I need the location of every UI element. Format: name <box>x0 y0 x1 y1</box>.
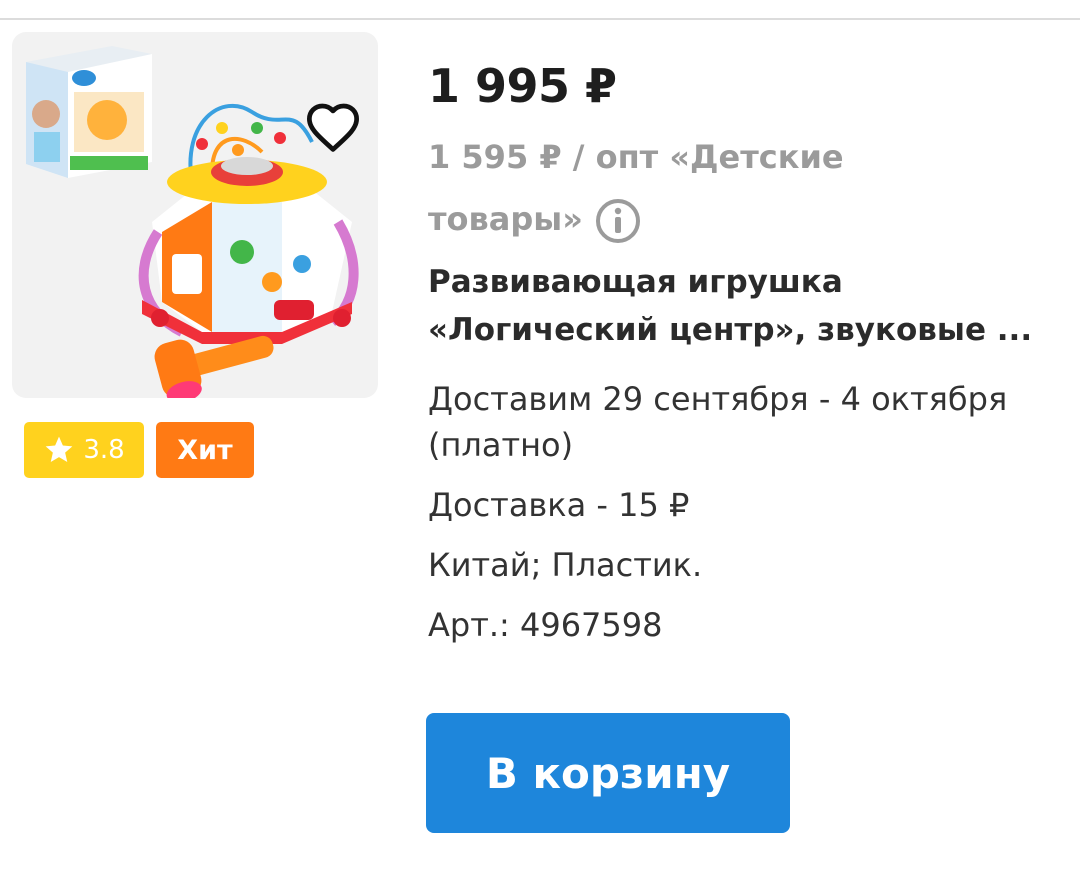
star-icon <box>45 436 73 462</box>
product-title[interactable]: Развивающая игрушка «Логический центр», … <box>428 258 1048 354</box>
favorite-button[interactable] <box>302 98 364 156</box>
delivery-cost: Доставка - 15 ₽ <box>428 486 690 524</box>
toy-illustration <box>26 46 359 398</box>
product-title-line-1: Развивающая игрушка <box>428 264 843 300</box>
wholesale-price: 1 595 ₽ / опт «Детские товары» <box>428 126 988 250</box>
hit-badge: Хит <box>156 422 254 478</box>
info-button[interactable] <box>595 198 641 244</box>
add-to-cart-button[interactable]: В корзину <box>426 713 790 833</box>
badges-row: 3.8 Хит <box>24 422 254 478</box>
top-divider <box>0 18 1080 20</box>
origin-material: Китай; Пластик. <box>428 546 703 584</box>
delivery-date: Доставим 29 сентября - 4 октября (платно… <box>428 380 1008 464</box>
product-info: 1 995 ₽ 1 595 ₽ / опт «Детские товары» Р… <box>428 56 1058 648</box>
product-image[interactable] <box>12 32 378 398</box>
toy-box-illustration <box>26 46 152 178</box>
product-title-line-2: «Логический центр», звуковые ... <box>428 312 1033 348</box>
rating-badge: 3.8 <box>24 422 144 478</box>
heart-outline-icon <box>307 103 359 152</box>
article-number: Арт.: 4967598 <box>428 606 663 644</box>
info-circle-icon <box>595 199 640 243</box>
rating-value: 3.8 <box>83 435 125 465</box>
price: 1 995 ₽ <box>428 59 617 113</box>
